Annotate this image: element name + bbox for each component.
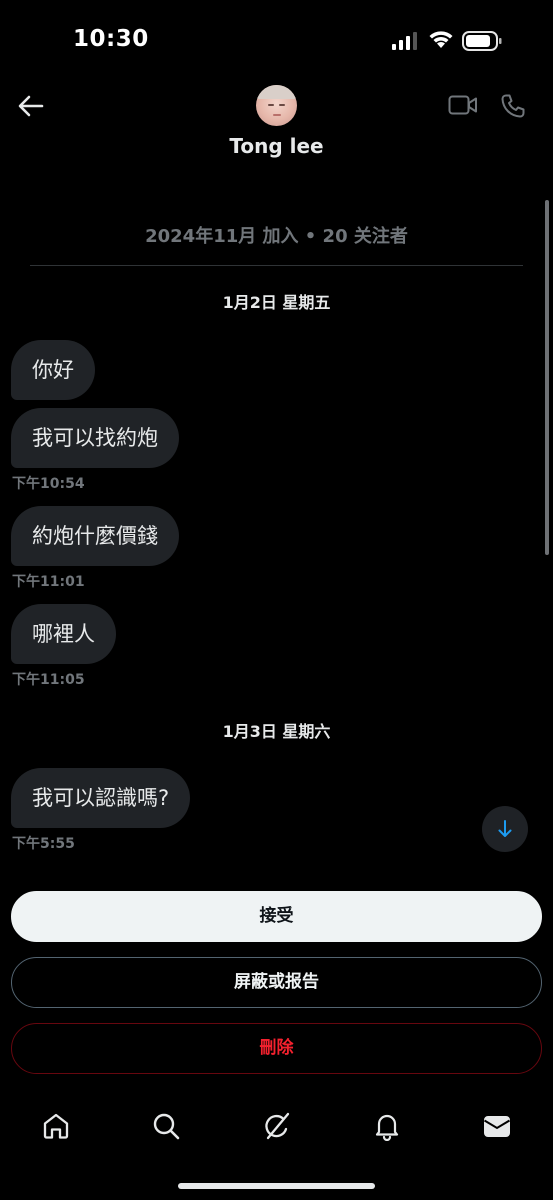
message-timestamp: 下午11:05 — [12, 672, 85, 688]
message-bubble[interactable]: 我可以認識嗎? — [11, 768, 191, 828]
contact-name[interactable]: Tong lee — [0, 134, 553, 158]
delete-button[interactable]: 刪除 — [11, 1023, 542, 1074]
scroll-down-button[interactable] — [482, 806, 528, 852]
divider — [30, 265, 523, 266]
message-bubble[interactable]: 你好 — [11, 340, 95, 400]
message-bubble[interactable]: 我可以找約炮 — [11, 408, 179, 468]
grok-icon[interactable] — [262, 1111, 292, 1141]
scrollbar[interactable] — [545, 200, 549, 555]
home-icon[interactable] — [41, 1111, 71, 1141]
avatar[interactable] — [256, 85, 297, 126]
block-or-report-button[interactable]: 屏蔽或报告 — [11, 957, 542, 1008]
date-separator: 1月3日 星期六 — [222, 722, 331, 741]
arrow-down-icon — [498, 820, 512, 837]
message-timestamp: 下午5:55 — [12, 836, 75, 852]
status-time: 10:30 — [73, 26, 149, 52]
wifi-icon — [429, 31, 453, 48]
home-indicator — [178, 1183, 375, 1189]
video-camera-icon[interactable] — [448, 94, 478, 116]
message-timestamp: 下午10:54 — [12, 476, 85, 492]
search-icon[interactable] — [151, 1111, 181, 1141]
battery-icon — [462, 31, 502, 51]
message-bubble[interactable]: 哪裡人 — [11, 604, 116, 664]
mail-icon[interactable] — [482, 1111, 512, 1141]
message-timestamp: 下午11:01 — [12, 574, 85, 590]
arrow-left-icon[interactable] — [16, 92, 46, 120]
phone-icon[interactable] — [500, 93, 526, 119]
message-bubble[interactable]: 約炮什麼價錢 — [11, 506, 179, 566]
accept-button[interactable]: 接受 — [11, 891, 542, 942]
joined-info: 2024年11月 加入 • 20 关注者 — [145, 226, 408, 247]
cellular-signal-icon — [392, 32, 417, 50]
bell-icon[interactable] — [372, 1111, 402, 1141]
date-separator: 1月2日 星期五 — [222, 293, 331, 312]
